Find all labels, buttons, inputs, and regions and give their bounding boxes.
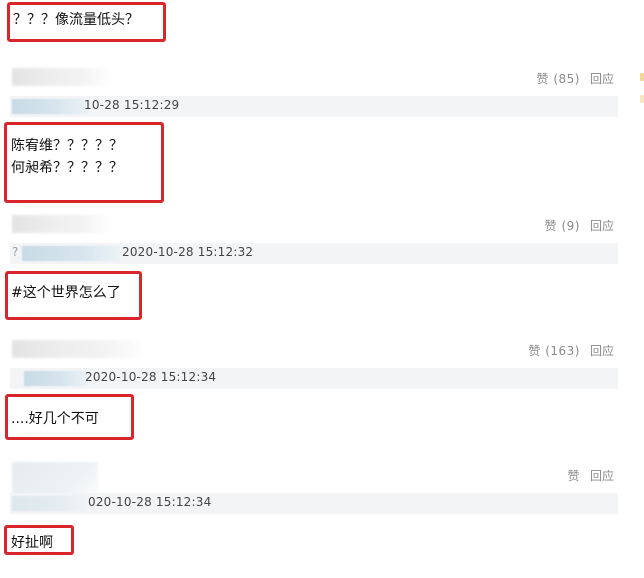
- like-button[interactable]: 赞 (85): [537, 70, 580, 87]
- username-prefix: ?: [12, 245, 19, 259]
- edge-mark: [640, 95, 644, 103]
- like-button[interactable]: 赞 (9): [545, 217, 580, 234]
- comment-actions: 赞 回应: [567, 465, 614, 485]
- comment-text-line: 好扯啊: [11, 535, 53, 551]
- comment-time-bar: ? 2020-10-28 15:12:32: [10, 243, 618, 264]
- username-blur: [22, 246, 120, 261]
- comment-actions: 赞 (85) 回应: [537, 68, 614, 88]
- edge-mark: [640, 73, 644, 81]
- comment-time-bar: 2020-10-28 15:12:34: [10, 368, 618, 389]
- comment-timestamp: 10-28 15:12:29: [84, 98, 180, 112]
- reply-button[interactable]: 回应: [590, 342, 614, 359]
- comment-timestamp: 020-10-28 15:12:34: [88, 495, 212, 509]
- comment-text-line: #这个世界怎么了: [11, 285, 121, 301]
- comment-thread-page: ？？？像流量低头？ 赞 (85) 回应 10-28 15:12:29 陈宥维？？…: [0, 0, 644, 578]
- reply-button[interactable]: 回应: [590, 70, 614, 87]
- reply-button[interactable]: 回应: [590, 467, 614, 484]
- comment-text: ？？？像流量低头？: [13, 12, 139, 28]
- avatar-username-blur: [12, 340, 146, 358]
- comment-text-line: ....好几个不可: [11, 411, 99, 427]
- like-button[interactable]: 赞: [567, 467, 580, 484]
- username-blur: [24, 371, 88, 386]
- like-button[interactable]: 赞 (163): [528, 342, 580, 359]
- avatar-username-blur: [12, 68, 112, 86]
- comment-time-bar: 10-28 15:12:29: [10, 96, 618, 117]
- comment-time-bar: 020-10-28 15:12:34: [10, 493, 618, 514]
- comment-text-line: 陈宥维？？？？？: [11, 138, 123, 154]
- avatar-username-blur: [12, 215, 112, 233]
- comment-text-line: 何昶希？？？？？: [11, 160, 123, 176]
- username-blur: [12, 496, 88, 511]
- comment-actions: 赞 (9) 回应: [545, 215, 614, 235]
- comment-actions: 赞 (163) 回应: [528, 340, 614, 360]
- comment-timestamp: 2020-10-28 15:12:34: [85, 370, 217, 384]
- username-blur: [12, 99, 88, 114]
- comment-timestamp: 2020-10-28 15:12:32: [122, 245, 254, 259]
- reply-button[interactable]: 回应: [590, 217, 614, 234]
